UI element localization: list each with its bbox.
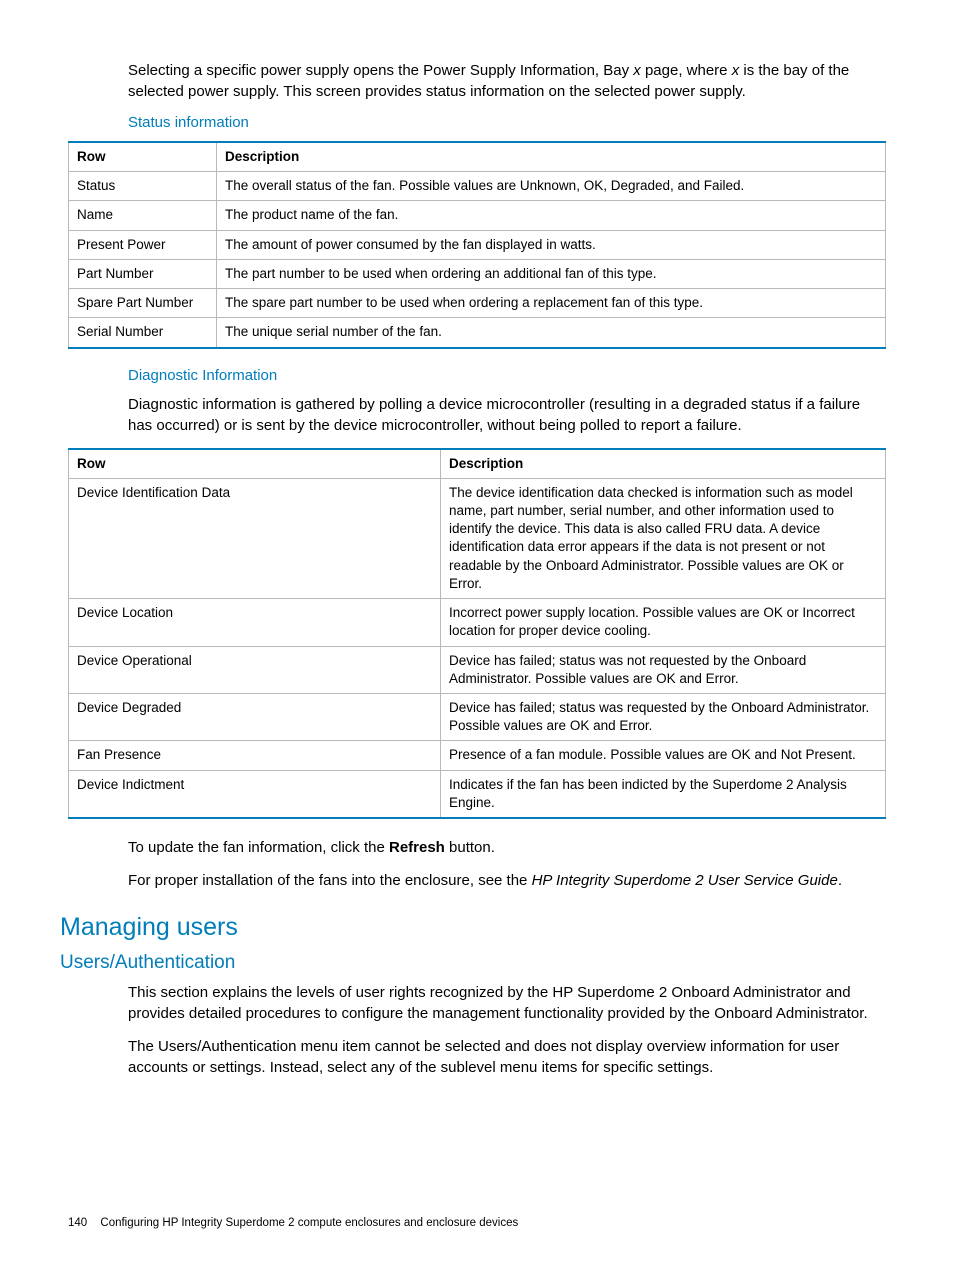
users-paragraph-1: This section explains the levels of user… <box>128 982 886 1024</box>
status-info-table: Row Description Status The overall statu… <box>68 141 886 349</box>
table-row: Present Power The amount of power consum… <box>69 230 886 259</box>
users-paragraph-2: The Users/Authentication menu item canno… <box>128 1036 886 1078</box>
table-cell: The product name of the fan. <box>217 201 886 230</box>
table-row: Device Location Incorrect power supply l… <box>69 599 886 646</box>
table-row: Serial Number The unique serial number o… <box>69 318 886 348</box>
table-row: Device Degraded Device has failed; statu… <box>69 693 886 740</box>
table-cell: Incorrect power supply location. Possibl… <box>441 599 886 646</box>
table-cell: Serial Number <box>69 318 217 348</box>
table-cell: The amount of power consumed by the fan … <box>217 230 886 259</box>
install-paragraph: For proper installation of the fans into… <box>128 870 886 891</box>
chapter-title: Configuring HP Integrity Superdome 2 com… <box>100 1217 518 1229</box>
page-number: 140 <box>68 1217 87 1229</box>
table-cell: Device Degraded <box>69 693 441 740</box>
table-row: Part Number The part number to be used w… <box>69 259 886 288</box>
table-cell: Fan Presence <box>69 741 441 770</box>
table-cell: Device Operational <box>69 646 441 693</box>
table-cell: The spare part number to be used when or… <box>217 289 886 318</box>
table-row: Device Identification Data The device id… <box>69 478 886 598</box>
table-row: Spare Part Number The spare part number … <box>69 289 886 318</box>
table-header: Description <box>441 449 886 479</box>
table-header: Row <box>69 142 217 172</box>
table-header: Row <box>69 449 441 479</box>
table-cell: Device Indictment <box>69 770 441 818</box>
managing-users-heading: Managing users <box>60 913 886 942</box>
table-cell: Name <box>69 201 217 230</box>
table-cell: Present Power <box>69 230 217 259</box>
users-authentication-heading: Users/Authentication <box>60 952 886 974</box>
table-row: Name The product name of the fan. <box>69 201 886 230</box>
table-cell: Device Location <box>69 599 441 646</box>
table-cell: The device identification data checked i… <box>441 478 886 598</box>
diagnostic-table: Row Description Device Identification Da… <box>68 448 886 820</box>
table-cell: Presence of a fan module. Possible value… <box>441 741 886 770</box>
table-body: Status The overall status of the fan. Po… <box>69 172 886 348</box>
table-cell: Spare Part Number <box>69 289 217 318</box>
page-footer: 140 Configuring HP Integrity Superdome 2… <box>68 1217 518 1229</box>
table-cell: Status <box>69 172 217 201</box>
table-cell: The unique serial number of the fan. <box>217 318 886 348</box>
table-cell: Part Number <box>69 259 217 288</box>
table-cell: Indicates if the fan has been indicted b… <box>441 770 886 818</box>
intro-paragraph: Selecting a specific power supply opens … <box>128 60 886 102</box>
diagnostic-paragraph: Diagnostic information is gathered by po… <box>128 394 886 436</box>
table-cell: Device has failed; status was not reques… <box>441 646 886 693</box>
diagnostic-heading: Diagnostic Information <box>128 367 886 384</box>
table-row: Status The overall status of the fan. Po… <box>69 172 886 201</box>
status-info-heading: Status information <box>128 114 886 131</box>
table-header: Description <box>217 142 886 172</box>
table-row: Fan Presence Presence of a fan module. P… <box>69 741 886 770</box>
table-row: Device Operational Device has failed; st… <box>69 646 886 693</box>
table-row: Device Indictment Indicates if the fan h… <box>69 770 886 818</box>
table-cell: Device has failed; status was requested … <box>441 693 886 740</box>
update-paragraph: To update the fan information, click the… <box>128 837 886 858</box>
table-body: Device Identification Data The device id… <box>69 478 886 818</box>
table-cell: The part number to be used when ordering… <box>217 259 886 288</box>
table-cell: Device Identification Data <box>69 478 441 598</box>
table-cell: The overall status of the fan. Possible … <box>217 172 886 201</box>
